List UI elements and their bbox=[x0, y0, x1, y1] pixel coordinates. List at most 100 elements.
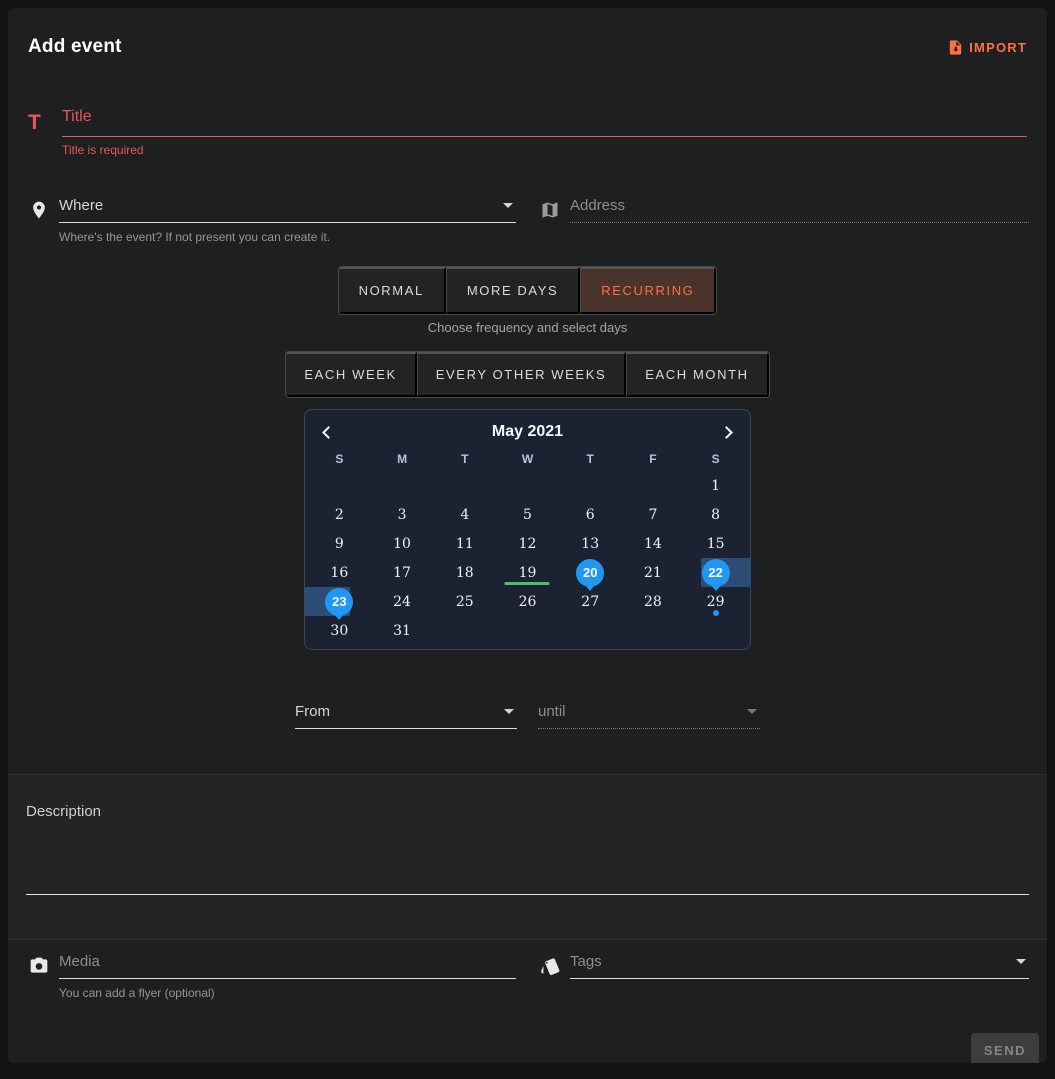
calendar-weekday: T bbox=[433, 447, 496, 471]
calendar-day[interactable]: 22 bbox=[684, 558, 747, 587]
address-placeholder: Address bbox=[570, 197, 625, 214]
calendar-day[interactable]: 11 bbox=[433, 529, 496, 558]
add-event-dialog: Add event IMPORT T Title Title is requir… bbox=[8, 8, 1047, 1063]
calendar-day[interactable]: 6 bbox=[559, 500, 622, 529]
media-placeholder: Media bbox=[59, 953, 100, 970]
calendar-day bbox=[496, 616, 559, 645]
media-helper-text: You can add a flyer (optional) bbox=[59, 986, 516, 1000]
time-row: From until bbox=[8, 703, 1047, 729]
calendar-day[interactable]: 21 bbox=[622, 558, 685, 587]
title-placeholder: Title bbox=[62, 108, 92, 125]
calendar-day[interactable]: 7 bbox=[622, 500, 685, 529]
calendar-grid: SMTWTFS123456789101112131415161718192021… bbox=[308, 447, 747, 645]
calendar-weekday: W bbox=[496, 447, 559, 471]
calendar-day[interactable]: 25 bbox=[433, 587, 496, 616]
tags-placeholder: Tags bbox=[570, 953, 602, 970]
event-type-tab-group: NORMAL MORE DAYS RECURRING bbox=[8, 266, 1047, 315]
calendar-month-label: May 2021 bbox=[492, 423, 563, 441]
from-select[interactable]: From bbox=[295, 703, 517, 729]
event-type-tab[interactable]: NORMAL bbox=[339, 267, 446, 314]
chevron-left-icon[interactable] bbox=[322, 426, 335, 439]
media-column: Media You can add a flyer (optional) bbox=[28, 953, 516, 1000]
calendar-day[interactable]: 13 bbox=[559, 529, 622, 558]
title-input[interactable]: Title bbox=[62, 108, 1027, 137]
footer-actions: SEND bbox=[8, 1033, 1047, 1063]
title-error-message: Title is required bbox=[62, 143, 1027, 157]
calendar-weekday: T bbox=[559, 447, 622, 471]
address-column: Address bbox=[539, 197, 1029, 244]
calendar-day bbox=[433, 616, 496, 645]
until-select[interactable]: until bbox=[538, 703, 760, 729]
calendar-weekday: S bbox=[308, 447, 371, 471]
calendar-day bbox=[371, 471, 434, 500]
where-label: Where bbox=[59, 197, 103, 214]
calendar-day[interactable]: 9 bbox=[308, 529, 371, 558]
import-label: IMPORT bbox=[969, 40, 1027, 55]
calendar-day bbox=[433, 471, 496, 500]
import-button[interactable]: IMPORT bbox=[947, 39, 1027, 56]
until-label: until bbox=[538, 703, 566, 720]
calendar-day[interactable]: 23 bbox=[308, 587, 371, 616]
calendar-day[interactable]: 28 bbox=[622, 587, 685, 616]
text-title-icon: T bbox=[28, 112, 52, 133]
title-field-row: T Title bbox=[28, 108, 1027, 137]
frequency-hint: Choose frequency and select days bbox=[8, 320, 1047, 335]
address-input[interactable]: Address bbox=[539, 197, 1029, 223]
calendar-weekday: S bbox=[684, 447, 747, 471]
calendar-day[interactable]: 4 bbox=[433, 500, 496, 529]
calendar-day[interactable]: 20 bbox=[559, 558, 622, 587]
frequency-option[interactable]: EVERY OTHER WEEKS bbox=[417, 352, 626, 397]
calendar-day[interactable]: 10 bbox=[371, 529, 434, 558]
location-row: Where Where's the event? If not present … bbox=[8, 197, 1047, 244]
calendar-day[interactable]: 14 bbox=[622, 529, 685, 558]
where-select[interactable]: Where bbox=[28, 197, 516, 223]
calendar-day[interactable]: 31 bbox=[371, 616, 434, 645]
file-import-icon bbox=[947, 39, 964, 56]
media-input[interactable]: Media bbox=[28, 953, 516, 979]
calendar: May 2021 SMTWTFS123456789101112131415161… bbox=[304, 409, 751, 650]
calendar-day[interactable]: 19 bbox=[496, 558, 559, 587]
calendar-day[interactable]: 12 bbox=[496, 529, 559, 558]
calendar-day[interactable]: 8 bbox=[684, 500, 747, 529]
location-pin-icon bbox=[28, 199, 50, 221]
frequency-option[interactable]: EACH WEEK bbox=[286, 352, 416, 397]
calendar-day[interactable]: 29 bbox=[684, 587, 747, 616]
calendar-day bbox=[622, 616, 685, 645]
calendar-day[interactable]: 26 bbox=[496, 587, 559, 616]
calendar-day[interactable]: 30 bbox=[308, 616, 371, 645]
calendar-day[interactable]: 24 bbox=[371, 587, 434, 616]
frequency-option[interactable]: EACH MONTH bbox=[626, 352, 768, 397]
calendar-day[interactable]: 18 bbox=[433, 558, 496, 587]
chevron-down-icon bbox=[503, 203, 513, 208]
frequency-button-group: EACH WEEK EVERY OTHER WEEKS EACH MONTH bbox=[8, 351, 1047, 398]
calendar-weekday: M bbox=[371, 447, 434, 471]
calendar-day[interactable]: 17 bbox=[371, 558, 434, 587]
calendar-day[interactable]: 3 bbox=[371, 500, 434, 529]
tags-icon bbox=[539, 955, 561, 977]
event-type-tab[interactable]: RECURRING bbox=[580, 267, 716, 314]
chevron-right-icon[interactable] bbox=[720, 426, 733, 439]
description-label: Description bbox=[26, 803, 1029, 820]
description-section: Description bbox=[8, 774, 1047, 940]
calendar-day bbox=[308, 471, 371, 500]
description-input[interactable] bbox=[26, 894, 1029, 895]
calendar-day bbox=[684, 616, 747, 645]
calendar-day[interactable]: 2 bbox=[308, 500, 371, 529]
calendar-day[interactable]: 1 bbox=[684, 471, 747, 500]
calendar-day[interactable]: 16 bbox=[308, 558, 371, 587]
calendar-header: May 2021 bbox=[308, 410, 747, 445]
calendar-day[interactable]: 5 bbox=[496, 500, 559, 529]
page-title: Add event bbox=[28, 36, 122, 58]
calendar-day[interactable]: 27 bbox=[559, 587, 622, 616]
tags-select[interactable]: Tags bbox=[539, 953, 1029, 979]
calendar-day[interactable]: 15 bbox=[684, 529, 747, 558]
send-button[interactable]: SEND bbox=[971, 1033, 1039, 1063]
where-helper-text: Where's the event? If not present you ca… bbox=[59, 230, 516, 244]
from-label: From bbox=[295, 703, 330, 720]
where-column: Where Where's the event? If not present … bbox=[28, 197, 516, 244]
map-icon bbox=[539, 199, 561, 221]
event-type-tab[interactable]: MORE DAYS bbox=[446, 267, 580, 314]
chevron-down-icon bbox=[747, 709, 757, 714]
dialog-header: Add event IMPORT bbox=[8, 8, 1047, 58]
calendar-day bbox=[622, 471, 685, 500]
